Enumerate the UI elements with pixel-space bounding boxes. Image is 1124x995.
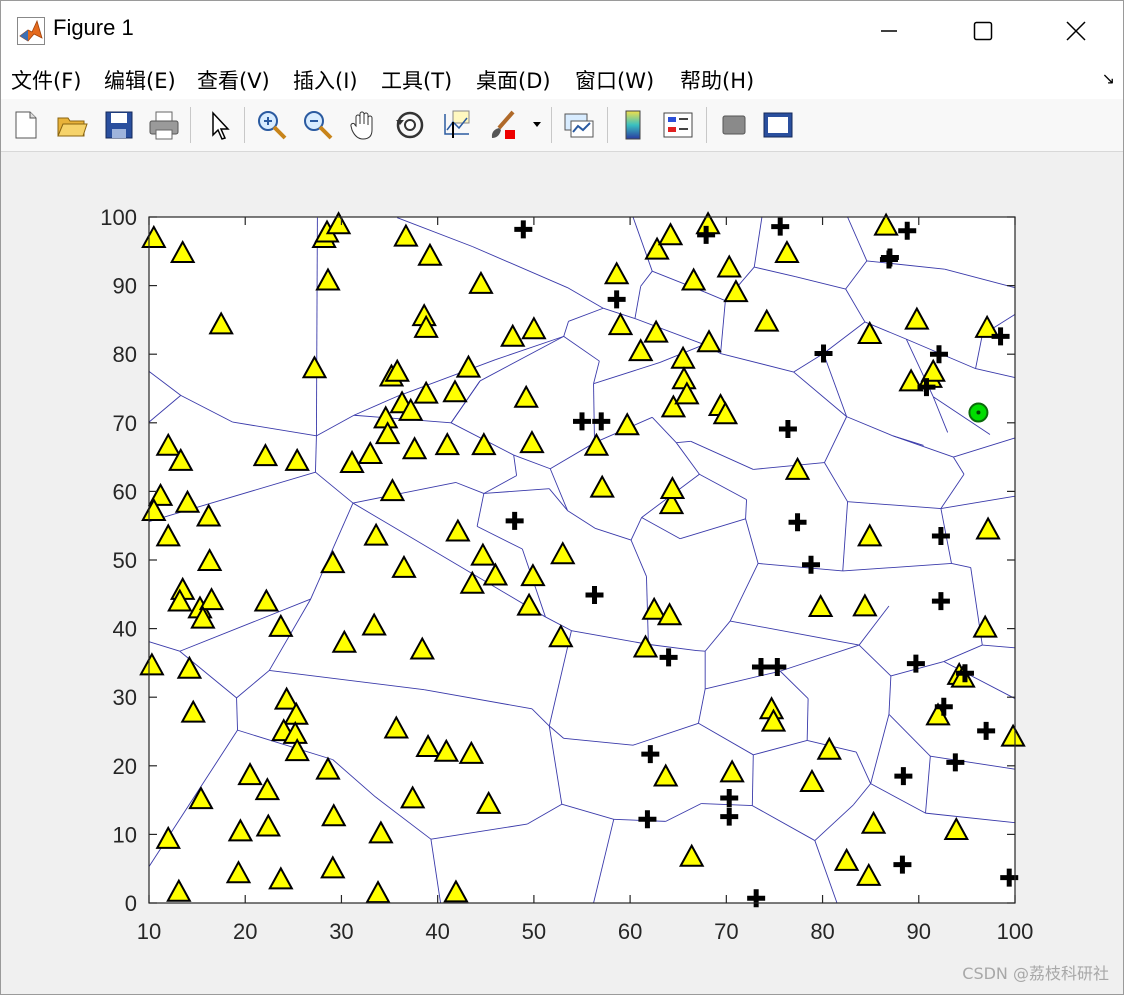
legend-icon[interactable] bbox=[661, 108, 695, 142]
edit-plot-arrow-icon[interactable] bbox=[203, 108, 237, 142]
brush-dropdown-icon[interactable] bbox=[529, 108, 545, 142]
x-tick-label: 90 bbox=[907, 919, 931, 944]
data-cursor-icon[interactable] bbox=[439, 108, 473, 142]
menu-tools[interactable]: 工具(T) bbox=[381, 65, 452, 95]
minimize-icon bbox=[881, 30, 897, 32]
matlab-logo-icon bbox=[17, 17, 45, 45]
x-tick-label: 80 bbox=[810, 919, 834, 944]
y-tick-label: 100 bbox=[100, 205, 137, 230]
menu-file[interactable]: 文件(F) bbox=[11, 65, 81, 95]
hide-plot-tools-icon[interactable] bbox=[717, 108, 751, 142]
menu-window[interactable]: 窗口(W) bbox=[575, 65, 654, 95]
circle-series bbox=[968, 402, 989, 423]
save-icon[interactable] bbox=[102, 108, 136, 142]
colorbar-icon[interactable] bbox=[616, 108, 650, 142]
open-file-icon[interactable] bbox=[55, 108, 89, 142]
x-tick-label: 50 bbox=[522, 919, 546, 944]
y-tick-label: 20 bbox=[113, 754, 137, 779]
watermark: CSDN @荔枝科研社 bbox=[962, 964, 1109, 983]
y-tick-label: 0 bbox=[125, 891, 137, 916]
y-tick-label: 30 bbox=[113, 685, 137, 710]
y-tick-label: 40 bbox=[113, 617, 137, 642]
link-plot-icon[interactable] bbox=[562, 108, 596, 142]
menu-help[interactable]: 帮助(H) bbox=[680, 65, 754, 95]
y-tick-label: 60 bbox=[113, 479, 137, 504]
x-tick-label: 60 bbox=[618, 919, 642, 944]
scatter-voronoi-plot[interactable]: 10 20 30 40 50 60 70 80 90 100 010203040506070809… bbox=[1, 152, 1123, 994]
x-tick-label: 30 bbox=[329, 919, 353, 944]
y-tick-label: 10 bbox=[113, 822, 137, 847]
maximize-icon bbox=[973, 21, 993, 41]
toolbar bbox=[1, 99, 1123, 152]
menu-insert[interactable]: 插入(I) bbox=[293, 65, 358, 95]
x-tick-label: 20 bbox=[233, 919, 257, 944]
rotate-3d-icon[interactable] bbox=[393, 108, 427, 142]
figure-window: Figure 1 文件(F) 编辑(E) 查看(V) 插入(I) 工具(T) 桌… bbox=[0, 0, 1124, 995]
brush-icon[interactable] bbox=[485, 108, 519, 142]
zoom-in-icon[interactable] bbox=[255, 108, 289, 142]
print-icon[interactable] bbox=[147, 108, 181, 142]
show-plot-tools-icon[interactable] bbox=[761, 108, 795, 142]
dock-arrow-icon[interactable]: ↘ bbox=[1102, 69, 1115, 88]
x-tick-label: 100 bbox=[997, 919, 1034, 944]
x-tick-label: 40 bbox=[425, 919, 449, 944]
close-icon bbox=[1066, 21, 1086, 41]
y-tick-label: 70 bbox=[113, 411, 137, 436]
menu-bar: 文件(F) 编辑(E) 查看(V) 插入(I) 工具(T) 桌面(D) 窗口(W… bbox=[1, 61, 1123, 99]
menu-view[interactable]: 查看(V) bbox=[197, 65, 270, 95]
sink-center-dot bbox=[976, 410, 981, 415]
y-tick-label: 80 bbox=[113, 342, 137, 367]
figure-canvas: 10 20 30 40 50 60 70 80 90 100 0 10 20 30 40 50 60 70 80 9… bbox=[1, 152, 1123, 994]
menu-edit[interactable]: 编辑(E) bbox=[104, 65, 176, 95]
close-button[interactable] bbox=[1030, 1, 1122, 61]
y-tick-label: 50 bbox=[113, 548, 137, 573]
zoom-out-icon[interactable] bbox=[301, 108, 335, 142]
new-figure-icon[interactable] bbox=[9, 108, 43, 142]
maximize-button[interactable] bbox=[937, 1, 1029, 61]
x-tick-label: 10 bbox=[137, 919, 161, 944]
title-bar[interactable]: Figure 1 bbox=[1, 1, 1123, 61]
x-tick-label: 70 bbox=[714, 919, 738, 944]
window-title: Figure 1 bbox=[53, 15, 134, 40]
y-tick-label: 90 bbox=[113, 274, 137, 299]
menu-desktop[interactable]: 桌面(D) bbox=[476, 65, 551, 95]
minimize-button[interactable] bbox=[843, 1, 935, 61]
pan-hand-icon[interactable] bbox=[347, 108, 381, 142]
